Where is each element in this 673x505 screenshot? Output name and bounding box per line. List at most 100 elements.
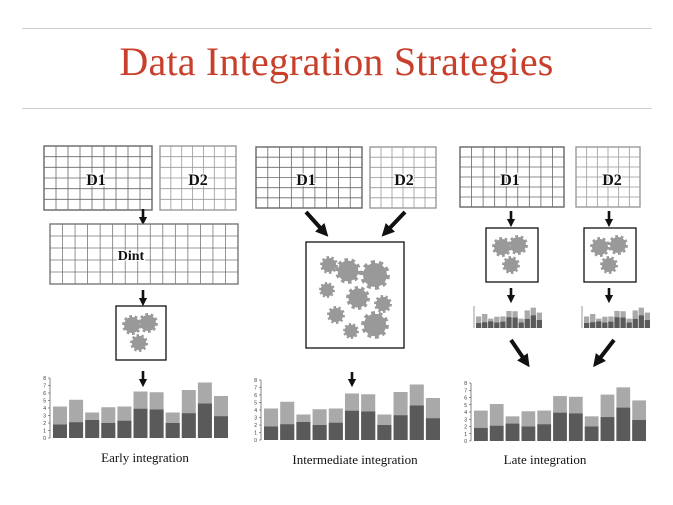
early-bar-chart: 01 23 45 67 8: [43, 376, 228, 442]
bar-base: [197, 403, 212, 438]
bar-base: [53, 424, 67, 438]
bar-base: [280, 424, 295, 440]
bar-base: [344, 410, 360, 440]
bar-base: [476, 323, 482, 328]
y-tick-label: 0: [43, 436, 46, 442]
bar-base: [149, 409, 164, 438]
y-tick-label: 3: [464, 417, 467, 423]
bar-base: [584, 323, 590, 328]
bar-base: [85, 420, 100, 438]
late-arrow-merge-left: [509, 338, 530, 368]
bar-base: [632, 419, 646, 441]
bar-base: [117, 420, 132, 438]
y-tick-label: 1: [254, 431, 257, 437]
bar-base: [361, 411, 376, 440]
bar-base: [296, 422, 311, 440]
bar-base: [377, 425, 392, 440]
y-tick-label: 6: [464, 396, 467, 402]
bar-base: [590, 322, 596, 328]
intermediate-integration-caption: Intermediate integration: [292, 452, 418, 467]
intermediate-arrow-right: [381, 210, 407, 237]
y-tick-label: 3: [254, 416, 257, 422]
early-integration-caption: Early integration: [101, 450, 189, 465]
y-tick-label: 2: [254, 423, 257, 429]
bar-base: [537, 424, 552, 441]
bar-base: [506, 317, 512, 328]
bar-base: [101, 423, 116, 438]
y-tick-label: 1: [43, 429, 46, 435]
bar-base: [409, 405, 424, 440]
y-tick-label: 8: [464, 381, 467, 387]
bar-base: [530, 315, 536, 328]
bar-base: [596, 321, 602, 328]
y-tick-label: 7: [43, 384, 46, 390]
bar-base: [638, 315, 644, 328]
y-tick-label: 5: [254, 401, 257, 407]
intermediate-d2-label: D2: [394, 172, 414, 189]
bar-base: [632, 318, 638, 328]
bar-base: [328, 422, 343, 440]
bar-base: [500, 321, 506, 328]
late-d1-label: D1: [500, 172, 520, 189]
bar-base: [524, 318, 530, 328]
y-tick-label: 4: [464, 410, 467, 416]
y-tick-label: 3: [43, 414, 46, 420]
y-tick-label: 6: [43, 391, 46, 397]
late-bar-chart: 012 3456 78: [464, 381, 646, 445]
integration-diagram: D1 D2Dint012345678D1 D2012345678D1 D2012345…: [43, 145, 650, 445]
bar-base: [616, 407, 631, 441]
bar-base: [181, 413, 196, 438]
bar-base: [264, 426, 279, 440]
bar-base: [626, 322, 632, 328]
bar-base: [553, 412, 567, 441]
bar-base: [393, 415, 408, 440]
bar-base: [482, 322, 488, 328]
y-tick-label: 5: [43, 399, 46, 405]
y-tick-label: 4: [254, 408, 257, 414]
late-model-box-1: [485, 227, 539, 283]
intermediate-bar-chart: 01 23 45 67 8: [254, 378, 440, 444]
bar-base: [536, 320, 542, 328]
late-model-box-2: [583, 227, 637, 283]
bar-base: [488, 321, 494, 328]
late-arrow-merge-right: [593, 338, 616, 368]
intermediate-arrow-left: [304, 210, 329, 237]
bar-base: [584, 426, 599, 441]
y-tick-label: 2: [43, 421, 46, 427]
y-tick-label: 7: [254, 386, 257, 392]
early-d1-label: D1: [86, 172, 106, 189]
y-tick-label: 5: [464, 403, 467, 409]
bar-base: [608, 321, 614, 328]
bar-base: [568, 413, 583, 441]
bar-base: [600, 417, 615, 441]
bar-base: [425, 418, 440, 440]
y-tick-label: 7: [464, 388, 467, 394]
bar-base: [512, 317, 518, 328]
y-tick-label: 4: [43, 406, 46, 412]
y-tick-label: 8: [43, 376, 46, 382]
late-integration-caption: Late integration: [503, 452, 587, 467]
early-model-box: [115, 305, 167, 361]
late-mini-chart-1: [473, 306, 542, 328]
bar-base: [165, 423, 180, 438]
bar-base: [505, 423, 520, 441]
late-mini-chart-2: [581, 306, 650, 328]
y-tick-label: 0: [254, 438, 257, 444]
bar-base: [644, 320, 650, 328]
late-d2-label: D2: [602, 172, 622, 189]
y-tick-label: 1: [464, 432, 467, 438]
bar-base: [474, 427, 488, 441]
early-dint-label: Dint: [118, 249, 145, 264]
bar-base: [489, 425, 504, 441]
early-d2-label: D2: [188, 172, 208, 189]
bar-base: [69, 422, 84, 438]
intermediate-d1-label: D1: [296, 172, 316, 189]
bar-base: [133, 408, 148, 438]
bar-base: [521, 426, 536, 441]
bar-base: [614, 317, 620, 328]
y-tick-label: 0: [464, 439, 467, 445]
y-tick-label: 2: [464, 425, 467, 431]
bar-base: [494, 322, 500, 328]
bar-base: [602, 322, 608, 328]
bar-base: [312, 425, 327, 440]
